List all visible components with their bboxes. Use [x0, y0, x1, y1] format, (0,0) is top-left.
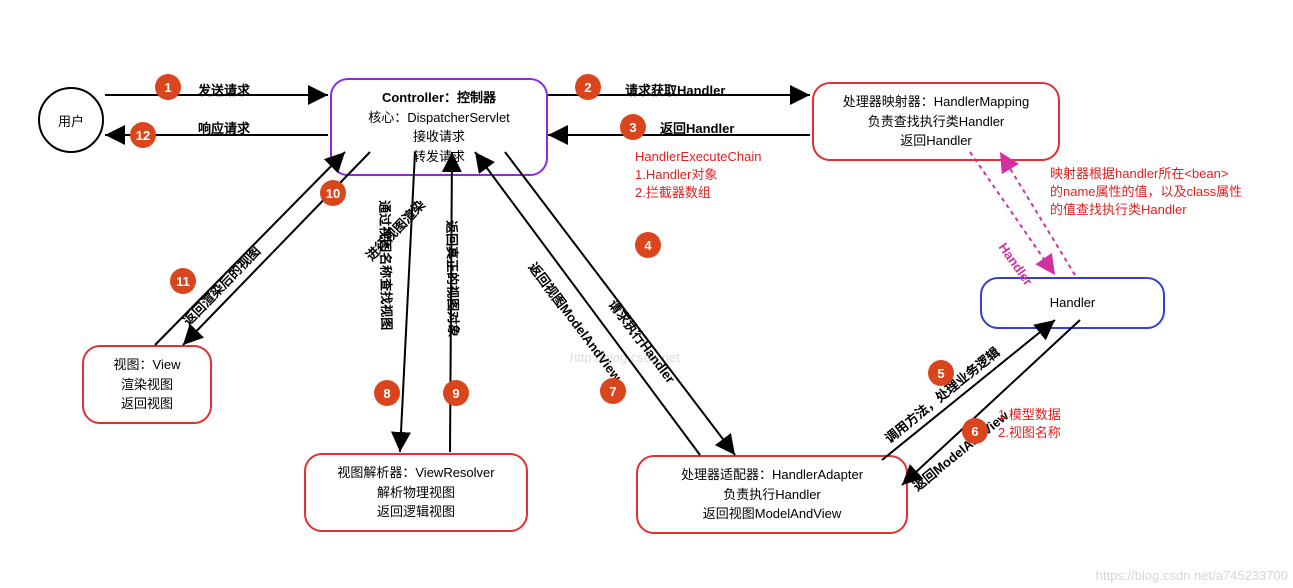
mapper-note-l1: 映射器根据handler所在<bean>	[1050, 165, 1280, 183]
notes-arrow-3: HandlerExecuteChain 1.Handler对象 2.拦截器数组	[635, 148, 820, 203]
watermark-footer: https://blog.csdn.net/a745233700	[1096, 568, 1288, 583]
note3-l1: HandlerExecuteChain	[635, 148, 820, 166]
handler-mapping-line2: 负责查找执行类Handler	[828, 112, 1044, 132]
handler-adapter-line3: 返回视图ModelAndView	[652, 504, 892, 524]
label-2: 请求获取Handler	[625, 80, 725, 99]
handler-mapping-title: 处理器映射器：HandlerMapping	[828, 92, 1044, 112]
note6-l1: 1.模型数据	[998, 406, 1118, 424]
view-line3: 返回视图	[98, 394, 196, 414]
view-resolver-title: 视图解析器：ViewResolver	[320, 463, 512, 483]
label-7: 返回视图ModelAndView	[525, 258, 627, 385]
user-node: 用户	[38, 87, 104, 153]
badge-4: 4	[635, 232, 661, 258]
handler-node: Handler	[980, 277, 1165, 329]
label-3: 返回Handler	[660, 118, 734, 137]
mapper-notes: 映射器根据handler所在<bean> 的name属性的值，以及class属性…	[1050, 165, 1280, 220]
badge-2: 2	[575, 74, 601, 100]
badge-7: 7	[600, 378, 626, 404]
handler-mapping-node: 处理器映射器：HandlerMapping 负责查找执行类Handler 返回H…	[812, 82, 1060, 161]
notes-arrow-6: 1.模型数据 2.视图名称	[998, 406, 1118, 442]
handler-label: Handler	[996, 293, 1149, 313]
handler-adapter-title: 处理器适配器：HandlerAdapter	[652, 465, 892, 485]
note6-l2: 2.视图名称	[998, 424, 1118, 442]
note3-l3: 2.拦截器数组	[635, 184, 820, 202]
mapper-note-l3: 的值查找执行类Handler	[1050, 201, 1280, 219]
handler-adapter-line2: 负责执行Handler	[652, 485, 892, 505]
controller-line4: 转发请求	[346, 147, 532, 167]
badge-10: 10	[320, 180, 346, 206]
label-12: 响应请求	[198, 118, 250, 137]
view-line2: 渲染视图	[98, 375, 196, 395]
label-9: 返回真正的视图对象	[443, 220, 464, 337]
badge-12: 12	[130, 122, 156, 148]
controller-node: Controller：控制器 核心：DispatcherServlet 接收请求…	[330, 78, 548, 176]
handler-mapping-line3: 返回Handler	[828, 131, 1044, 151]
badge-5: 5	[928, 360, 954, 386]
view-resolver-line2: 解析物理视图	[320, 483, 512, 503]
badge-9: 9	[443, 380, 469, 406]
label-1: 发送请求	[198, 80, 250, 99]
note3-l2: 1.Handler对象	[635, 166, 820, 184]
user-label: 用户	[58, 111, 84, 130]
handler-adapter-node: 处理器适配器：HandlerAdapter 负责执行Handler 返回视图Mo…	[636, 455, 908, 534]
controller-title: Controller：控制器	[346, 88, 532, 108]
view-title: 视图：View	[98, 355, 196, 375]
badge-1: 1	[155, 74, 181, 100]
controller-line2: 核心：DispatcherServlet	[346, 108, 532, 128]
mapper-note-l2: 的name属性的值，以及class属性	[1050, 183, 1280, 201]
view-node: 视图：View 渲染视图 返回视图	[82, 345, 212, 424]
badge-11: 11	[170, 268, 196, 294]
view-resolver-line3: 返回逻辑视图	[320, 502, 512, 522]
badge-6: 6	[962, 418, 988, 444]
badge-8: 8	[374, 380, 400, 406]
badge-3: 3	[620, 114, 646, 140]
view-resolver-node: 视图解析器：ViewResolver 解析物理视图 返回逻辑视图	[304, 453, 528, 532]
controller-line3: 接收请求	[346, 127, 532, 147]
